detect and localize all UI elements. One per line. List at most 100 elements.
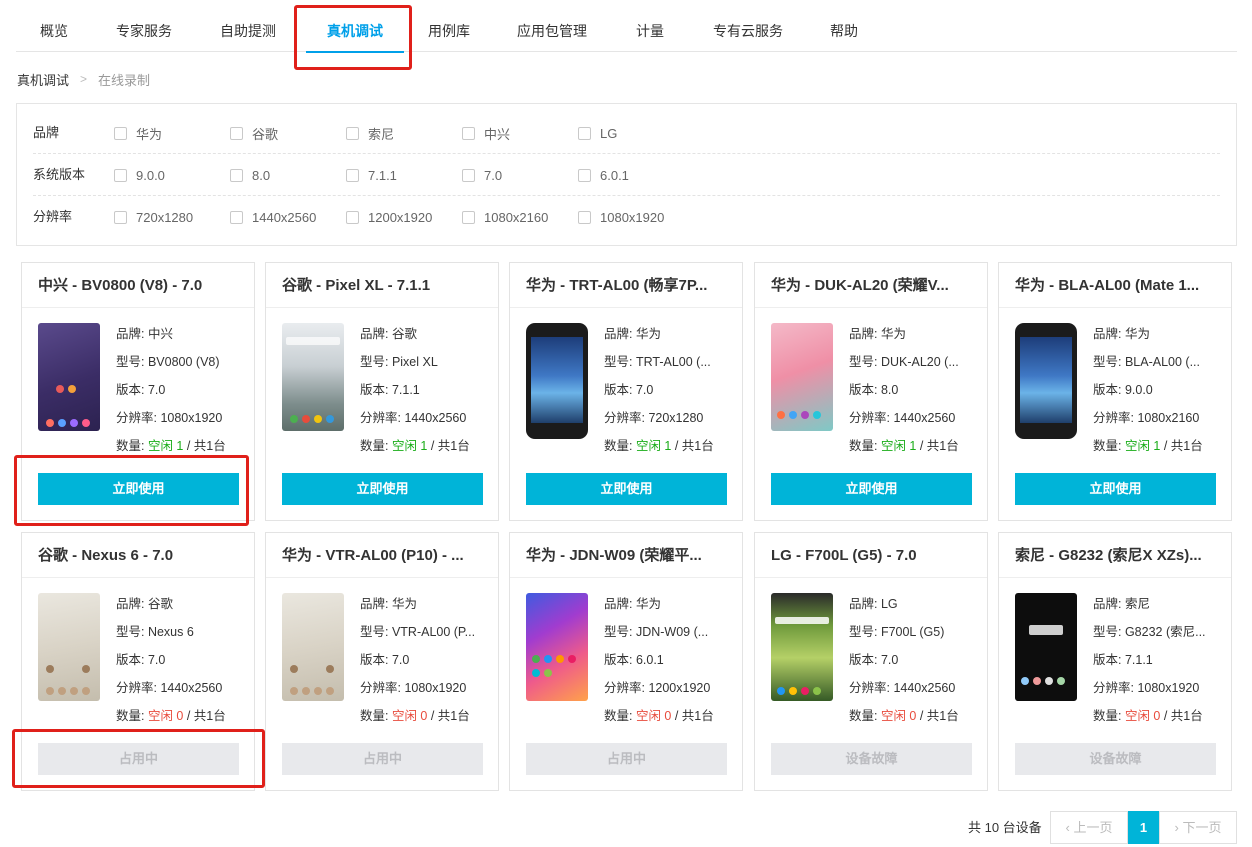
checkbox[interactable] <box>230 126 243 140</box>
device-model: 型号: Pixel XL <box>360 355 438 369</box>
use-now-button[interactable]: 立即使用 <box>1015 473 1216 505</box>
device-version: 版本: 8.0 <box>849 383 899 397</box>
use-now-button[interactable]: 立即使用 <box>38 473 239 505</box>
breadcrumb-current: 在线录制 <box>98 72 151 88</box>
tab-expert-service[interactable]: 专家服务 <box>113 0 175 52</box>
filter-option[interactable]: 华为 <box>114 112 162 154</box>
tab-real-device-debug[interactable]: 真机调试 <box>306 0 404 53</box>
free-count: 空闲 1 <box>880 439 917 453</box>
filter-option-label: 1080x1920 <box>600 209 665 225</box>
filter-option[interactable]: LG <box>578 112 617 154</box>
filter-option[interactable]: 1080x2160 <box>462 196 548 238</box>
device-version: 版本: 7.0 <box>116 653 166 667</box>
next-page-button[interactable]: › 下一页 <box>1159 811 1237 844</box>
device-model: 型号: VTR-AL00 (P... <box>360 625 476 639</box>
filter-option[interactable]: 7.0 <box>462 154 502 196</box>
filter-option[interactable]: 8.0 <box>230 154 270 196</box>
breadcrumb-parent[interactable]: 真机调试 <box>17 70 69 89</box>
filter-option-label: LG <box>600 125 618 141</box>
use-now-button[interactable]: 立即使用 <box>771 473 972 505</box>
filter-option[interactable]: 1080x1920 <box>578 196 664 238</box>
filter-row-brand: 品牌 华为 谷歌 索尼 中兴 LG <box>33 112 1220 154</box>
prev-page-button[interactable]: ‹ 上一页 <box>1050 811 1128 844</box>
checkbox[interactable] <box>346 126 359 140</box>
device-version: 版本: 7.1.1 <box>360 383 420 397</box>
device-quantity: 数量: 空闲 0 / 共1台 <box>849 702 975 730</box>
checkbox[interactable] <box>578 126 591 140</box>
free-count: 空闲 1 <box>391 439 428 453</box>
filter-option[interactable]: 7.1.1 <box>346 154 397 196</box>
device-info: 品牌: 中兴 型号: BV0800 (V8) 版本: 7.0 分辨率: 1080… <box>116 320 242 460</box>
checkbox[interactable] <box>578 210 591 224</box>
quantity-label: 数量: <box>1093 439 1125 453</box>
filter-option[interactable]: 9.0.0 <box>114 154 165 196</box>
device-quantity: 数量: 空闲 0 / 共1台 <box>1093 702 1219 730</box>
filter-option[interactable]: 6.0.1 <box>578 154 629 196</box>
use-now-button[interactable]: 立即使用 <box>526 473 727 505</box>
filter-option[interactable]: 索尼 <box>346 112 394 154</box>
tab-test-case-library[interactable]: 用例库 <box>424 0 474 52</box>
checkbox[interactable] <box>114 210 127 224</box>
filter-option-label: 720x1280 <box>136 209 194 225</box>
device-screenshot <box>771 323 833 431</box>
checkbox[interactable] <box>462 168 475 182</box>
device-resolution: 分辨率: 720x1280 <box>604 411 704 425</box>
device-quantity: 数量: 空闲 0 / 共1台 <box>604 702 730 730</box>
filter-option[interactable]: 1440x2560 <box>230 196 316 238</box>
checkbox[interactable] <box>230 210 243 224</box>
in-use-button: 占用中 <box>526 743 727 775</box>
checkbox[interactable] <box>462 126 475 140</box>
tab-overview[interactable]: 概览 <box>28 0 80 52</box>
device-screenshot <box>282 323 344 431</box>
checkbox[interactable] <box>462 210 475 224</box>
device-info: 品牌: LG 型号: F700L (G5) 版本: 7.0 分辨率: 1440x… <box>849 590 975 730</box>
total-count: / 共1台 <box>183 709 226 723</box>
device-quantity: 数量: 空闲 0 / 共1台 <box>116 702 242 730</box>
in-use-button: 占用中 <box>38 743 239 775</box>
filter-option[interactable]: 1200x1920 <box>346 196 432 238</box>
tab-metering[interactable]: 计量 <box>630 0 670 52</box>
tab-help[interactable]: 帮助 <box>826 0 862 52</box>
page-number-current[interactable]: 1 <box>1128 811 1159 844</box>
device-fault-button: 设备故障 <box>1015 743 1216 775</box>
checkbox[interactable] <box>578 168 591 182</box>
device-resolution: 分辨率: 1440x2560 <box>849 681 956 695</box>
device-fault-button: 设备故障 <box>771 743 972 775</box>
device-title: 华为 - JDN-W09 (荣耀平... <box>510 533 742 578</box>
device-quantity: 数量: 空闲 1 / 共1台 <box>604 432 730 460</box>
filter-option[interactable]: 中兴 <box>462 112 510 154</box>
tab-app-package-management[interactable]: 应用包管理 <box>512 0 592 52</box>
checkbox[interactable] <box>114 168 127 182</box>
device-resolution: 分辨率: 1200x1920 <box>604 681 711 695</box>
checkbox[interactable] <box>114 126 127 140</box>
device-card: 华为 - BLA-AL00 (Mate 1... 品牌: 华为 型号: BLA-… <box>998 262 1232 521</box>
device-version: 版本: 7.0 <box>604 383 654 397</box>
tab-self-test[interactable]: 自助提测 <box>217 0 279 52</box>
device-brand: 品牌: 华为 <box>360 597 417 611</box>
filter-option[interactable]: 720x1280 <box>114 196 193 238</box>
device-info: 品牌: 华为 型号: VTR-AL00 (P... 版本: 7.0 分辨率: 1… <box>360 590 486 730</box>
use-now-button[interactable]: 立即使用 <box>282 473 483 505</box>
filter-option-label: 华为 <box>136 126 163 142</box>
device-card: 谷歌 - Nexus 6 - 7.0 品牌: 谷歌 型号: Nexus 6 版本… <box>21 532 255 791</box>
total-count: / 共1台 <box>1160 709 1203 723</box>
device-title: 华为 - BLA-AL00 (Mate 1... <box>999 263 1231 308</box>
free-count: 空闲 1 <box>147 439 184 453</box>
checkbox[interactable] <box>346 210 359 224</box>
device-resolution: 分辨率: 1080x2160 <box>1093 411 1200 425</box>
prev-page-label: 上一页 <box>1073 820 1113 835</box>
tab-private-cloud[interactable]: 专有云服务 <box>708 0 788 52</box>
in-use-button: 占用中 <box>282 743 483 775</box>
filter-option-label: 1080x2160 <box>484 209 549 225</box>
device-brand: 品牌: 华为 <box>1093 327 1150 341</box>
filter-option[interactable]: 谷歌 <box>230 112 278 154</box>
device-card: 索尼 - G8232 (索尼X XZs)... 品牌: 索尼 型号: G8232… <box>998 532 1232 791</box>
checkbox[interactable] <box>346 168 359 182</box>
total-count: / 共1台 <box>671 439 714 453</box>
device-screenshot <box>38 593 100 701</box>
checkbox[interactable] <box>230 168 243 182</box>
device-quantity: 数量: 空闲 1 / 共1台 <box>360 432 486 460</box>
total-count: / 共1台 <box>427 709 470 723</box>
device-version: 版本: 6.0.1 <box>604 653 664 667</box>
device-screenshot <box>526 593 588 701</box>
